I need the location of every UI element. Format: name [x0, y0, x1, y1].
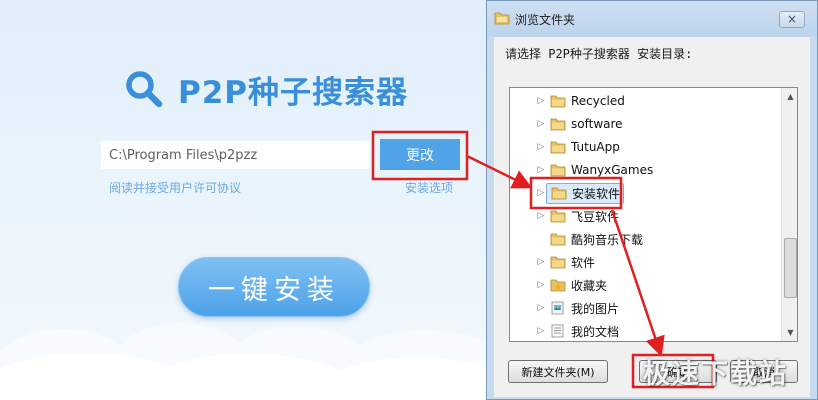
- expand-arrow-icon[interactable]: ▷: [536, 188, 546, 198]
- tree-item[interactable]: ▷ WanyxGames: [510, 159, 782, 181]
- folder-tree[interactable]: ▷ Recycled ▷ software ▷ TutuApp ▷ WanyxGames ▷ 安装…: [509, 87, 798, 342]
- tree-item[interactable]: ▷ 我的图片: [510, 297, 782, 319]
- tree-item-body[interactable]: 酷狗音乐下载: [546, 231, 643, 248]
- change-path-button[interactable]: 更改: [380, 139, 460, 170]
- expand-arrow-icon[interactable]: ▷: [536, 257, 546, 267]
- pictures-library-icon: [551, 301, 564, 315]
- tree-scrollbar[interactable]: ▲ ▼: [781, 88, 797, 341]
- folder-icon: [550, 141, 566, 154]
- folder-icon: [494, 12, 510, 25]
- tree-item[interactable]: ▷ 飞豆软件: [510, 205, 782, 227]
- browse-folder-dialog: 浏览文件夹 × 请选择 P2P种子搜索器 安装目录: ▷ Recycled ▷ sof…: [486, 0, 818, 400]
- tree-item-label: 酷狗音乐下载: [571, 232, 644, 247]
- tree-item-label: 我的文档: [571, 324, 620, 339]
- app-logo: P2P种子搜索器: [124, 64, 408, 114]
- favorites-folder-icon: [550, 279, 566, 292]
- scroll-up-icon[interactable]: ▲: [782, 88, 797, 105]
- tree-item-body[interactable]: software: [546, 117, 623, 131]
- tree-item-body[interactable]: TutuApp: [546, 140, 620, 154]
- dialog-titlebar: 浏览文件夹 ×: [487, 1, 817, 37]
- tree-item[interactable]: ▷ TutuApp: [510, 136, 782, 158]
- tree-item[interactable]: ▷ 软件: [510, 251, 782, 273]
- tree-item-body[interactable]: 收藏夹: [546, 277, 607, 294]
- tree-item-label: 软件: [571, 255, 596, 270]
- expand-arrow-icon[interactable]: ▷: [536, 326, 546, 336]
- folder-icon: [551, 187, 567, 200]
- folder-icon: [550, 233, 566, 246]
- tree-item-label: 安装软件: [572, 186, 621, 201]
- tree-item-label: 我的图片: [571, 301, 620, 316]
- tree-item-label: WanyxGames: [571, 163, 654, 177]
- one-click-install-button[interactable]: 一键安装: [178, 257, 370, 317]
- tree-item[interactable]: ▷ software: [510, 113, 782, 135]
- expand-arrow-icon[interactable]: ▷: [536, 165, 546, 175]
- tree-item-label: software: [571, 117, 623, 131]
- license-agreement-link[interactable]: 阅读并接受用户许可协议: [109, 179, 241, 196]
- expand-arrow-icon[interactable]: ▷: [536, 211, 546, 221]
- app-title: P2P种子搜索器: [178, 74, 409, 111]
- tree-item-label: TutuApp: [571, 140, 620, 154]
- dialog-prompt: 请选择 P2P种子搜索器 安装目录:: [505, 47, 693, 61]
- folder-icon: [550, 256, 566, 269]
- tree-item[interactable]: ▷ 收藏夹: [510, 274, 782, 296]
- tree-item[interactable]: ▷ 安装软件: [510, 182, 782, 204]
- tree-item-body[interactable]: 软件: [546, 254, 595, 271]
- tree-item-body[interactable]: 我的图片: [546, 300, 619, 317]
- installer-window: P2P种子搜索器 更改 阅读并接受用户许可协议 安装选项 一键安装: [0, 0, 486, 400]
- search-icon: [126, 71, 163, 108]
- selected-folder-highlight[interactable]: 安装软件: [546, 182, 625, 204]
- tree-item[interactable]: 酷狗音乐下载: [510, 228, 782, 250]
- expand-arrow-icon[interactable]: ▷: [536, 303, 546, 313]
- scroll-down-icon[interactable]: ▼: [782, 324, 797, 341]
- tree-item[interactable]: ▷ Recycled: [510, 90, 782, 112]
- install-path-input[interactable]: [101, 141, 369, 169]
- dialog-title: 浏览文件夹: [515, 13, 576, 27]
- expand-arrow-icon[interactable]: ▷: [536, 119, 546, 129]
- expand-arrow-icon[interactable]: ▷: [536, 96, 546, 106]
- folder-icon: [550, 95, 566, 108]
- tree-item-body[interactable]: WanyxGames: [546, 163, 653, 177]
- close-icon[interactable]: ×: [779, 11, 805, 28]
- expand-arrow-icon[interactable]: ▷: [536, 280, 546, 290]
- dialog-body: 请选择 P2P种子搜索器 安装目录: ▷ Recycled ▷ software ▷ Tu…: [494, 37, 810, 397]
- site-watermark: 极速下载站: [643, 359, 788, 390]
- tree-item[interactable]: ▷ 我的文档: [510, 320, 782, 341]
- tree-item-label: 收藏夹: [571, 278, 608, 293]
- tree-item-body[interactable]: Recycled: [546, 94, 625, 108]
- folder-icon: [550, 164, 566, 177]
- folder-icon: [550, 118, 566, 131]
- folder-icon: [550, 210, 566, 223]
- new-folder-button[interactable]: 新建文件夹(M): [508, 360, 608, 383]
- tree-item-body[interactable]: 飞豆软件: [546, 208, 619, 225]
- tree-item-label: 飞豆软件: [571, 209, 620, 224]
- tree-item-body[interactable]: 我的文档: [546, 323, 619, 340]
- documents-library-icon: [551, 324, 564, 338]
- tree-item-label: Recycled: [571, 94, 625, 108]
- install-options-link[interactable]: 安装选项: [405, 179, 453, 196]
- expand-arrow-icon[interactable]: ▷: [536, 142, 546, 152]
- scrollbar-thumb[interactable]: [784, 238, 797, 298]
